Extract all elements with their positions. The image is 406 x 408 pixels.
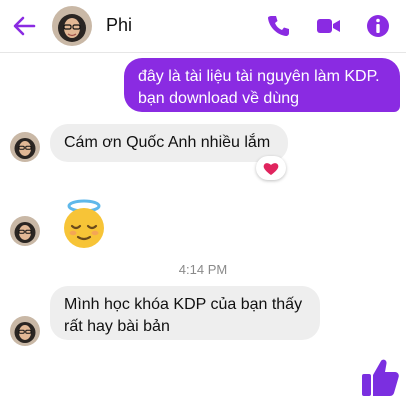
info-icon[interactable] [364, 12, 392, 40]
contact-avatar[interactable] [10, 216, 40, 246]
contact-avatar[interactable] [10, 132, 40, 162]
chat-header: Phi [0, 0, 406, 53]
message-timestamp: 4:14 PM [178, 262, 228, 277]
message-reaction[interactable] [256, 156, 286, 180]
outgoing-message[interactable]: đây là tài liệu tài nguyên làm KDP. bạn … [124, 58, 400, 112]
contact-avatar[interactable] [10, 316, 40, 346]
heart-icon [263, 163, 279, 175]
back-arrow-icon[interactable] [10, 12, 38, 40]
relieved-face-with-halo-emoji[interactable] [58, 198, 110, 250]
contact-avatar[interactable] [52, 6, 92, 46]
contact-name[interactable]: Phi [106, 15, 132, 36]
thumbs-up-icon[interactable] [360, 356, 400, 398]
phone-icon[interactable] [264, 12, 292, 40]
incoming-message[interactable]: Cám ơn Quốc Anh nhiều lắm [50, 124, 288, 162]
incoming-message[interactable]: Mình học khóa KDP của bạn thấy rất hay b… [50, 286, 320, 340]
video-camera-icon[interactable] [314, 12, 342, 40]
